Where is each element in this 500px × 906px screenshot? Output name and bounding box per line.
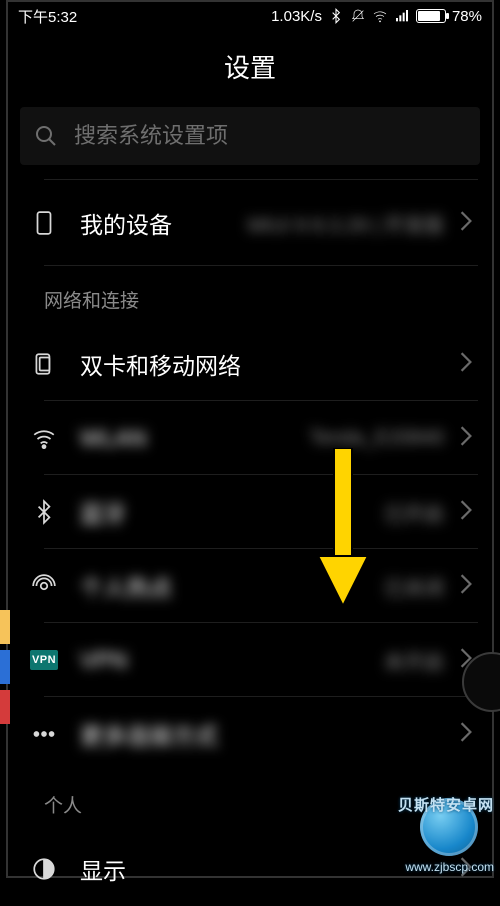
chevron-right-icon <box>454 351 478 378</box>
row-value: MIUI 9 8.3.29 | 开发版 <box>248 209 444 238</box>
hotspot-icon <box>31 573 57 599</box>
signal-icon <box>394 8 410 24</box>
brightness-icon <box>31 856 57 882</box>
row-hotspot[interactable]: 个人热点 已关闭 <box>8 549 492 623</box>
status-time: 下午5:32 <box>18 6 77 27</box>
vpn-icon: VPN <box>30 650 58 670</box>
section-network: 网络和连接 <box>8 266 492 327</box>
row-label: 双卡和移动网络 <box>80 347 454 381</box>
chevron-right-icon <box>454 721 478 748</box>
row-value: 未开启 <box>384 646 444 675</box>
row-label: 显示 <box>80 852 454 886</box>
row-value: 已开启 <box>384 498 444 527</box>
chevron-right-icon <box>454 856 478 883</box>
chevron-right-icon <box>454 499 478 526</box>
row-label: 个人热点 <box>80 569 384 603</box>
wifi-icon <box>372 8 388 24</box>
row-sim[interactable]: 双卡和移动网络 <box>8 327 492 401</box>
chevron-right-icon <box>454 425 478 452</box>
row-vpn[interactable]: VPN VPN 未开启 <box>8 623 492 697</box>
chevron-right-icon <box>454 210 478 237</box>
sim-icon <box>31 351 57 377</box>
search-input[interactable] <box>74 123 466 149</box>
search-bar[interactable] <box>20 107 480 165</box>
row-bluetooth[interactable]: 蓝牙 已开启 <box>8 475 492 549</box>
row-value: Tenda_E20840 <box>309 427 444 450</box>
row-display[interactable]: 显示 <box>8 832 492 906</box>
row-more-connections[interactable]: 更多连接方式 <box>8 697 492 771</box>
row-value: 已关闭 <box>384 572 444 601</box>
status-netspeed: 1.03K/s <box>271 8 322 25</box>
dnd-icon <box>350 8 366 24</box>
wifi-icon <box>31 425 57 451</box>
search-icon <box>34 124 58 148</box>
row-label: 更多连接方式 <box>80 717 454 751</box>
edge-tab <box>0 610 10 644</box>
settings-list: 我的设备 MIUI 9 8.3.29 | 开发版 网络和连接 双卡和移动网络 W… <box>8 179 492 906</box>
row-my-device[interactable]: 我的设备 MIUI 9 8.3.29 | 开发版 <box>8 180 492 266</box>
bluetooth-icon <box>328 8 344 24</box>
battery-icon <box>416 9 446 23</box>
row-label: 蓝牙 <box>80 495 384 529</box>
row-label: WLAN <box>80 425 309 452</box>
row-label: VPN <box>80 647 384 674</box>
status-bar: 下午5:32 1.03K/s 78% <box>8 2 492 30</box>
edge-tab <box>0 690 10 724</box>
phone-icon <box>31 210 57 236</box>
edge-tab <box>0 650 10 684</box>
chevron-right-icon <box>454 573 478 600</box>
bluetooth-icon <box>31 499 57 525</box>
more-icon <box>31 721 57 747</box>
section-personal: 个人 <box>8 771 492 832</box>
battery-percent: 78% <box>452 8 482 25</box>
row-wlan[interactable]: WLAN Tenda_E20840 <box>8 401 492 475</box>
page-title: 设置 <box>8 30 492 107</box>
row-label: 我的设备 <box>80 206 248 240</box>
